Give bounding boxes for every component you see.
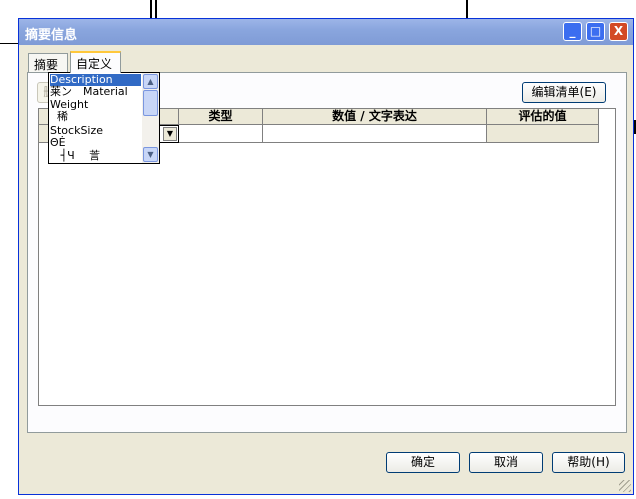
minimize-button[interactable]: _ [563, 22, 582, 41]
chevron-down-icon[interactable]: ▼ [163, 127, 177, 141]
background-line [0, 43, 18, 44]
help-button[interactable]: 帮助(H) [552, 452, 625, 473]
title-bar[interactable]: 摘要信息 _ □ X [19, 19, 633, 45]
close-button[interactable]: X [609, 22, 628, 41]
list-item[interactable]: ┤Ч 䓂 [50, 150, 141, 162]
ok-button[interactable]: 确定 [386, 452, 460, 473]
tab-summary[interactable]: 摘要 [28, 53, 68, 72]
tab-custom[interactable]: 自定义 [70, 51, 121, 73]
list-item[interactable]: 稀 [50, 111, 141, 123]
scroll-thumb[interactable] [143, 90, 158, 116]
property-name-dropdown-list[interactable]: Description 莱ン Material Weight 稀 StockSi… [48, 72, 160, 164]
value-cell[interactable] [263, 125, 487, 143]
scroll-up-icon[interactable]: ▲ [143, 74, 158, 89]
background-line [155, 0, 157, 18]
background-line [150, 0, 152, 18]
column-header-evaluated[interactable]: 评估的值 [487, 109, 599, 125]
scroll-down-icon[interactable]: ▼ [143, 147, 158, 162]
cancel-button[interactable]: 取消 [469, 452, 543, 473]
maximize-button[interactable]: □ [586, 22, 605, 41]
column-header-value[interactable]: 数值 / 文字表达 [263, 109, 487, 125]
resize-grip-icon[interactable] [619, 480, 631, 492]
list-item[interactable]: ΘĖ [50, 137, 141, 149]
list-item[interactable]: 莱ン Material [50, 86, 141, 98]
background-line [466, 0, 468, 18]
type-cell[interactable] [179, 125, 263, 143]
window-title: 摘要信息 [25, 28, 78, 43]
dropdown-scrollbar[interactable]: ▲ ▼ [142, 73, 159, 163]
edit-list-button[interactable]: 编辑清单(E) [522, 82, 606, 103]
evaluated-cell [487, 125, 599, 143]
column-header-type[interactable]: 类型 [179, 109, 263, 125]
summary-info-dialog: 摘要信息 _ □ X 摘要 自定义 删除(D) 编辑清单(E) 属性名称 类型 … [18, 18, 634, 495]
